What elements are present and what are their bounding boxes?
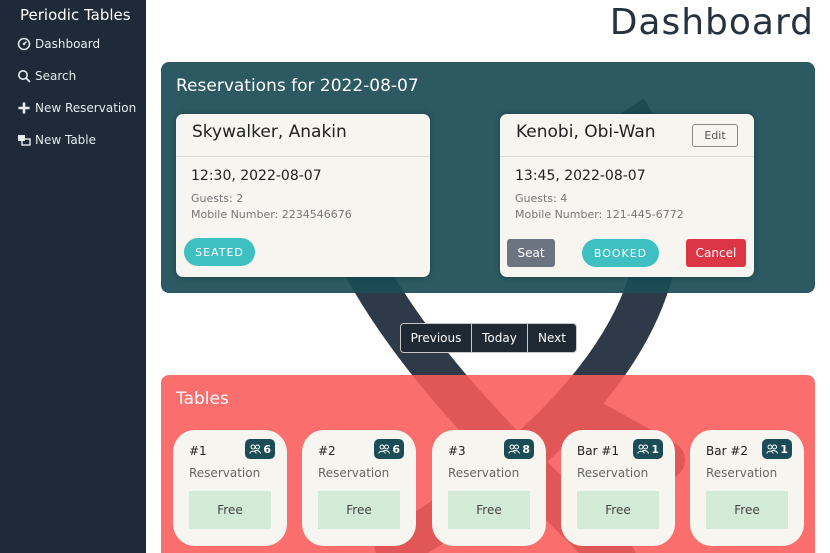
table-card: Bar #1 1 Reservation Free bbox=[561, 430, 675, 546]
people-icon bbox=[249, 444, 262, 454]
sidebar-item-new-table[interactable]: New Table bbox=[0, 124, 146, 156]
dashboard-icon bbox=[17, 37, 31, 51]
status-badge: BOOKED bbox=[582, 239, 659, 267]
sidebar-item-label: New Reservation bbox=[35, 101, 137, 115]
previous-button[interactable]: Previous bbox=[401, 324, 472, 352]
seat-button[interactable]: Seat bbox=[507, 239, 555, 267]
capacity-value: 8 bbox=[522, 442, 530, 456]
table-name: Bar #1 bbox=[577, 444, 620, 458]
today-button[interactable]: Today bbox=[472, 324, 528, 352]
table-reservation-label: Reservation bbox=[318, 466, 390, 480]
next-button[interactable]: Next bbox=[528, 324, 576, 352]
table-card: #3 8 Reservation Free bbox=[432, 430, 546, 546]
reservation-card: Skywalker, Anakin 12:30, 2022-08-07 Gues… bbox=[176, 114, 430, 277]
table-card: #1 6 Reservation Free bbox=[173, 430, 287, 546]
table-status: Free bbox=[577, 491, 659, 529]
sidebar-item-label: Search bbox=[35, 69, 77, 83]
people-icon bbox=[378, 444, 391, 454]
reservation-card: Kenobi, Obi-Wan Edit 13:45, 2022-08-07 G… bbox=[500, 114, 754, 277]
reservation-mobile: Mobile Number: 2234546676 bbox=[191, 208, 352, 221]
table-reservation-label: Reservation bbox=[577, 466, 649, 480]
edit-button[interactable]: Edit bbox=[692, 124, 738, 147]
sidebar: Periodic Tables Dashboard Search New Res… bbox=[0, 0, 146, 553]
table-status: Free bbox=[706, 491, 788, 529]
people-icon bbox=[637, 444, 650, 454]
tables-title: Tables bbox=[176, 389, 229, 409]
sidebar-item-dashboard[interactable]: Dashboard bbox=[0, 28, 146, 60]
reservation-name: Kenobi, Obi-Wan bbox=[516, 122, 656, 142]
date-pager: Previous Today Next bbox=[400, 323, 577, 353]
table-reservation-label: Reservation bbox=[706, 466, 778, 480]
capacity-badge: 6 bbox=[245, 439, 275, 459]
reservation-datetime: 13:45, 2022-08-07 bbox=[515, 168, 646, 184]
table-reservation-label: Reservation bbox=[448, 466, 520, 480]
table-name: #2 bbox=[318, 444, 336, 458]
brand-title[interactable]: Periodic Tables bbox=[0, 0, 146, 28]
reservation-name: Skywalker, Anakin bbox=[192, 122, 347, 142]
table-status: Free bbox=[448, 491, 530, 529]
table-icon bbox=[17, 133, 31, 147]
reservations-title: Reservations for 2022-08-07 bbox=[176, 76, 419, 96]
capacity-badge: 6 bbox=[374, 439, 404, 459]
reservation-guests: Guests: 4 bbox=[515, 192, 568, 205]
card-divider bbox=[500, 156, 754, 157]
main-content: Dashboard Reservations for 2022-08-07 Sk… bbox=[146, 0, 830, 553]
reservation-guests: Guests: 2 bbox=[191, 192, 244, 205]
table-name: #3 bbox=[448, 444, 466, 458]
status-badge: SEATED bbox=[184, 238, 255, 266]
table-card: Bar #2 1 Reservation Free bbox=[690, 430, 804, 546]
search-icon bbox=[17, 69, 31, 83]
capacity-value: 6 bbox=[392, 442, 400, 456]
plus-icon bbox=[17, 101, 31, 115]
capacity-badge: 1 bbox=[762, 439, 792, 459]
sidebar-item-label: Dashboard bbox=[35, 37, 101, 51]
capacity-badge: 8 bbox=[504, 439, 534, 459]
sidebar-item-search[interactable]: Search bbox=[0, 60, 146, 92]
table-card: #2 6 Reservation Free bbox=[302, 430, 416, 546]
capacity-value: 1 bbox=[651, 442, 659, 456]
sidebar-item-label: New Table bbox=[35, 133, 97, 147]
reservation-mobile: Mobile Number: 121-445-6772 bbox=[515, 208, 684, 221]
table-reservation-label: Reservation bbox=[189, 466, 261, 480]
reservation-datetime: 12:30, 2022-08-07 bbox=[191, 168, 322, 184]
reservations-panel: Reservations for 2022-08-07 Skywalker, A… bbox=[161, 62, 815, 293]
card-divider bbox=[176, 156, 430, 157]
people-icon bbox=[508, 444, 521, 454]
table-name: Bar #2 bbox=[706, 444, 749, 458]
people-icon bbox=[766, 444, 779, 454]
table-name: #1 bbox=[189, 444, 207, 458]
page-title: Dashboard bbox=[609, 2, 814, 43]
sidebar-item-new-reservation[interactable]: New Reservation bbox=[0, 92, 146, 124]
capacity-value: 1 bbox=[780, 442, 788, 456]
cancel-button[interactable]: Cancel bbox=[686, 239, 746, 267]
capacity-badge: 1 bbox=[633, 439, 663, 459]
table-status: Free bbox=[189, 491, 271, 529]
capacity-value: 6 bbox=[263, 442, 271, 456]
tables-panel: Tables #1 6 Reservation Free #2 6 Reserv… bbox=[161, 375, 815, 553]
table-status: Free bbox=[318, 491, 400, 529]
